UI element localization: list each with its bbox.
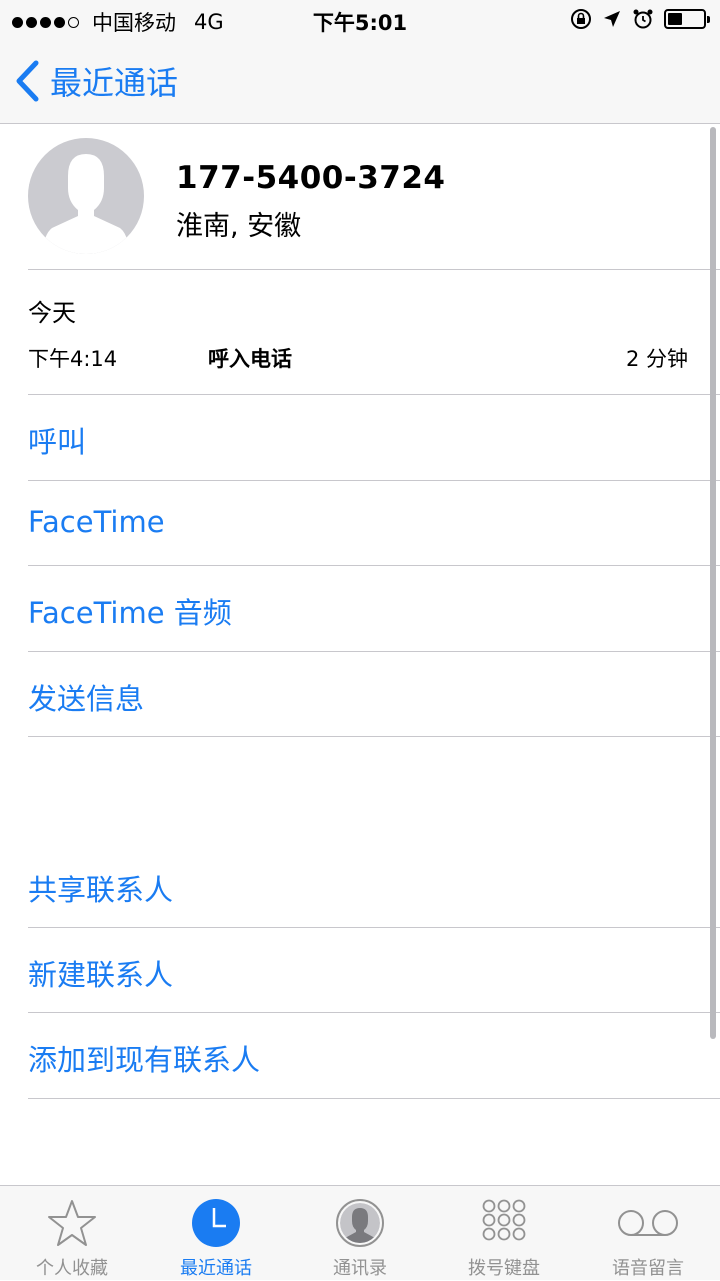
person-silhouette-icon bbox=[42, 154, 130, 254]
call-duration: 2 分钟 bbox=[625, 347, 688, 371]
tab-label: 拨号键盘 bbox=[468, 1258, 540, 1279]
add-to-existing-contact-button[interactable]: 添加到现有联系人 bbox=[28, 1037, 260, 1079]
facetime-audio-button[interactable]: FaceTime 音频 bbox=[28, 590, 232, 632]
navigation-bar: 最近通话 bbox=[0, 40, 720, 124]
avatar bbox=[28, 138, 144, 254]
location-icon bbox=[604, 11, 620, 27]
separator bbox=[28, 651, 720, 652]
status-bar: 中国移动 4G 下午5:01 bbox=[0, 0, 720, 40]
tab-label: 个人收藏 bbox=[36, 1258, 108, 1279]
call-date: 今天 bbox=[28, 299, 76, 327]
tab-label: 最近通话 bbox=[180, 1258, 252, 1279]
separator bbox=[28, 565, 720, 566]
back-button[interactable]: 最近通话 bbox=[14, 58, 178, 104]
keypad-icon bbox=[482, 1199, 526, 1241]
chevron-left-icon bbox=[16, 60, 39, 102]
call-time: 下午4:14 bbox=[28, 347, 118, 371]
new-contact-button[interactable]: 新建联系人 bbox=[28, 952, 173, 994]
tab-keypad[interactable]: 拨号键盘 bbox=[432, 1186, 576, 1281]
rotation-lock-icon bbox=[571, 9, 591, 29]
back-button-label: 最近通话 bbox=[50, 64, 179, 102]
tab-contacts[interactable]: 通讯录 bbox=[288, 1186, 432, 1281]
battery-icon bbox=[664, 9, 710, 29]
star-icon bbox=[48, 1200, 96, 1246]
send-message-button[interactable]: 发送信息 bbox=[28, 676, 144, 718]
separator bbox=[28, 927, 720, 928]
contacts-icon bbox=[336, 1199, 384, 1247]
phone-number: 177-5400-3724 bbox=[176, 160, 446, 196]
voicemail-icon bbox=[618, 1210, 678, 1236]
call-type: 呼入电话 bbox=[208, 347, 292, 371]
facetime-button[interactable]: FaceTime bbox=[28, 505, 165, 539]
clock-icon bbox=[192, 1199, 240, 1247]
share-contact-button[interactable]: 共享联系人 bbox=[28, 867, 173, 909]
tab-label: 语音留言 bbox=[612, 1258, 684, 1279]
contact-header: 177-5400-3724 淮南, 安徽 bbox=[0, 124, 720, 270]
tab-recents[interactable]: 最近通话 bbox=[144, 1186, 288, 1281]
tab-favorites[interactable]: 个人收藏 bbox=[0, 1186, 144, 1281]
battery-fill bbox=[668, 13, 682, 25]
tab-label: 通讯录 bbox=[333, 1258, 387, 1279]
status-right bbox=[560, 8, 710, 30]
call-button[interactable]: 呼叫 bbox=[28, 419, 86, 461]
separator bbox=[28, 394, 720, 395]
separator bbox=[28, 736, 720, 737]
separator bbox=[28, 480, 720, 481]
separator bbox=[28, 1098, 720, 1099]
tab-bar: 个人收藏 最近通话 通讯录 拨号键盘 语音留言 bbox=[0, 1185, 720, 1280]
scrollbar[interactable] bbox=[710, 127, 716, 1039]
tab-voicemail[interactable]: 语音留言 bbox=[576, 1186, 720, 1281]
separator bbox=[28, 1012, 720, 1013]
alarm-icon bbox=[633, 9, 653, 29]
separator bbox=[28, 269, 720, 270]
location: 淮南, 安徽 bbox=[176, 211, 302, 242]
